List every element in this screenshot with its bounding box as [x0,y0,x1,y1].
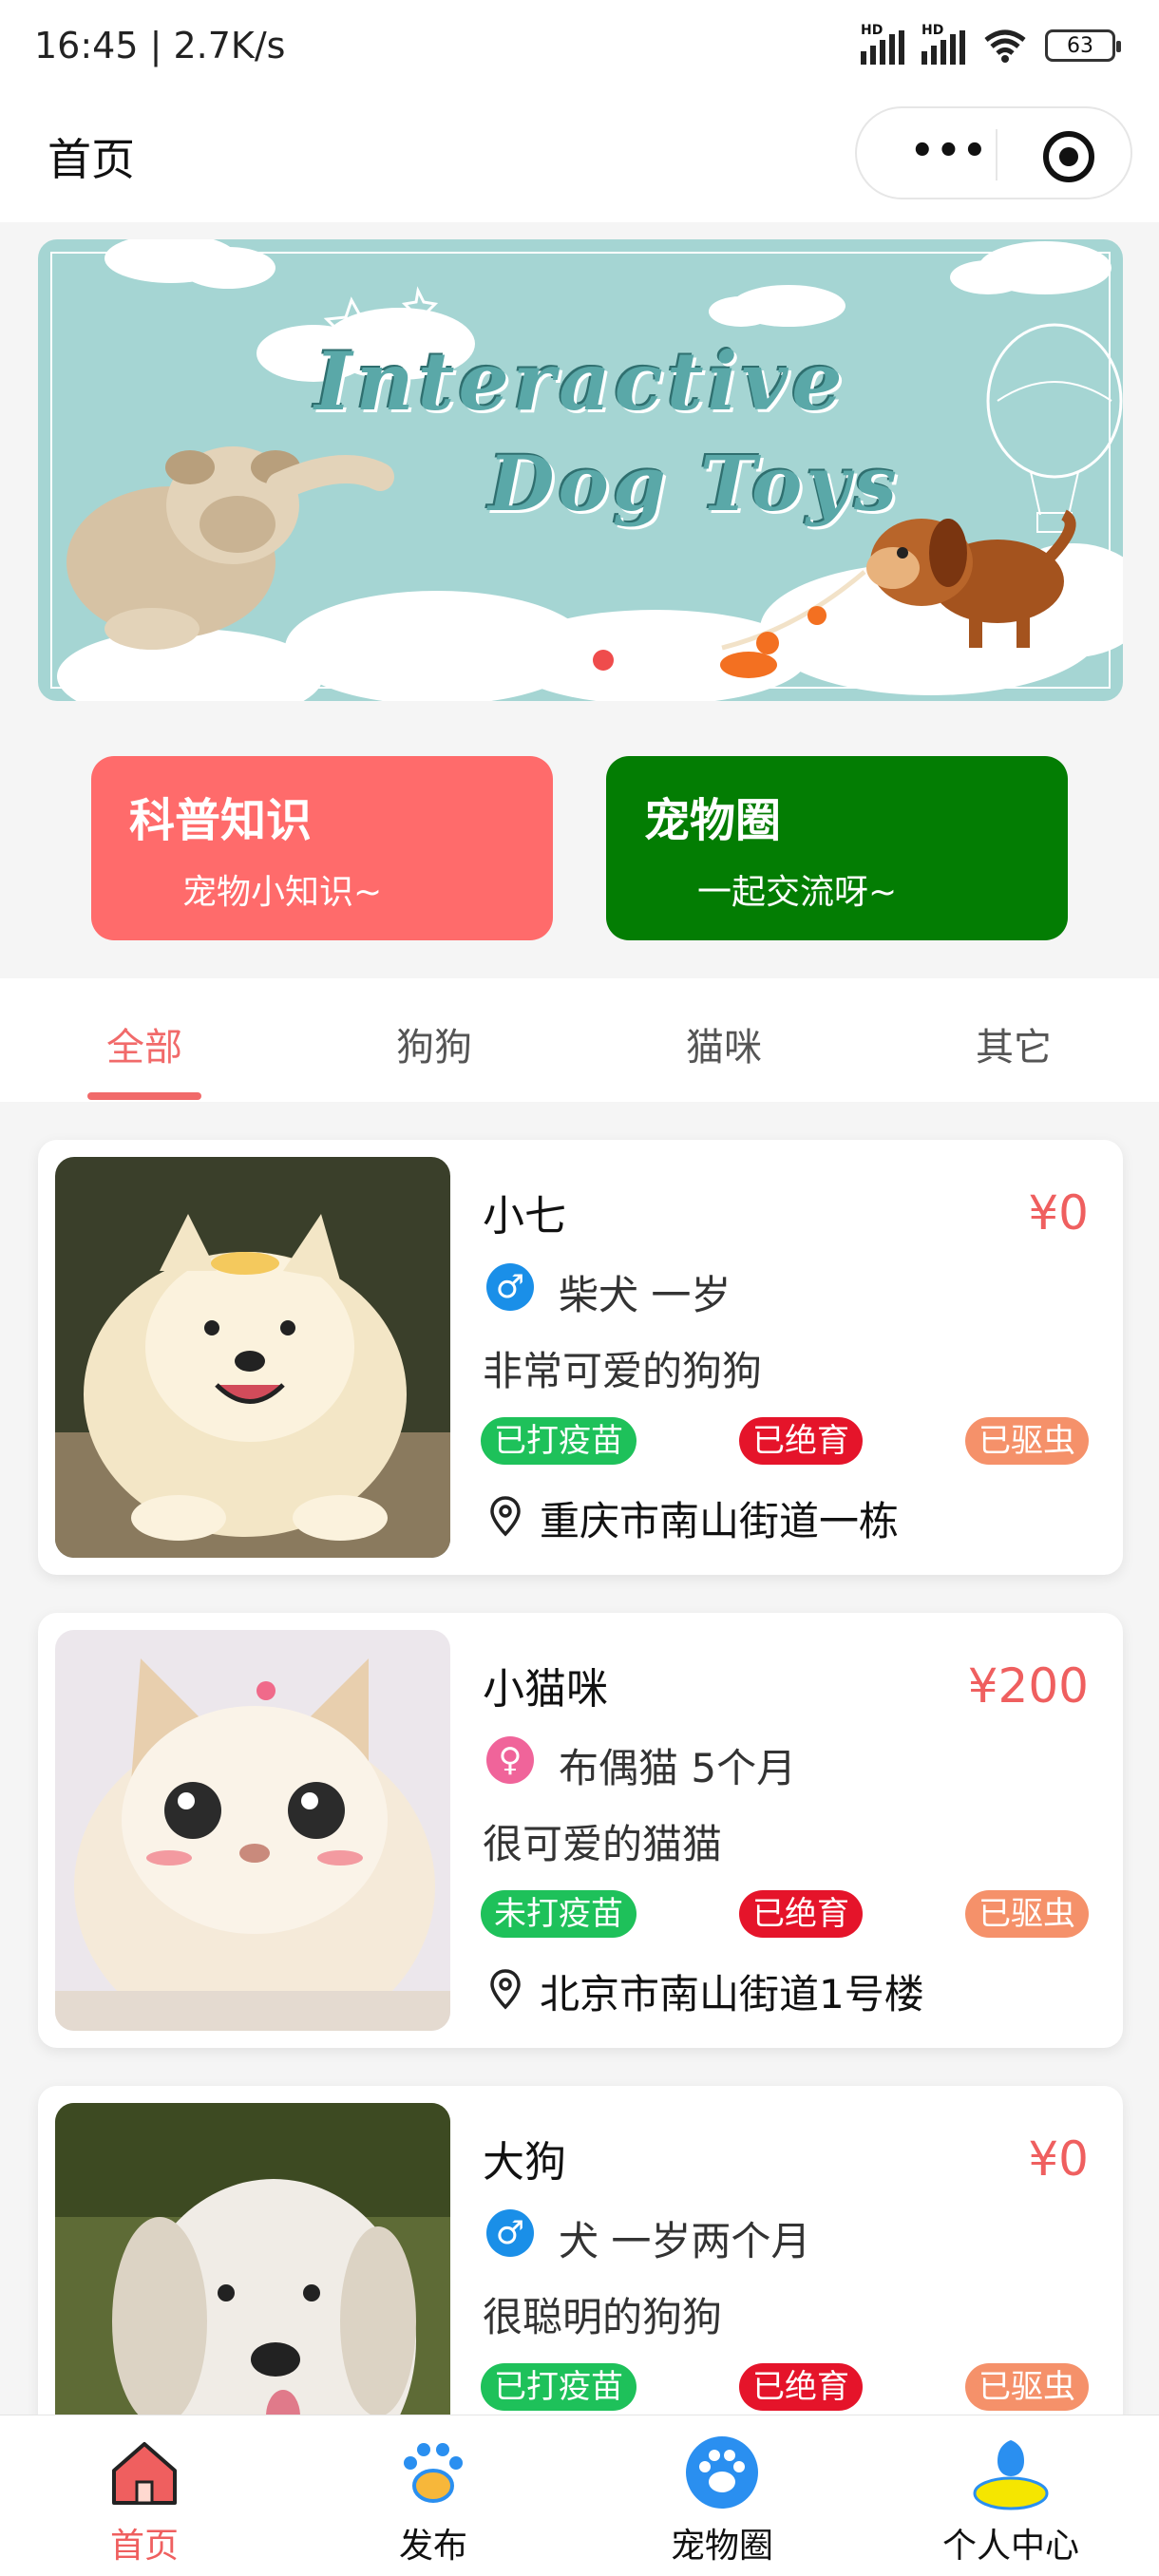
pet-circle-card-title: 宠物圈 [644,794,782,847]
paw-print-icon [404,2443,463,2503]
dewormed-tag: 已驱虫 [965,2363,1089,2411]
tabbar-publish[interactable]: 发布 [291,2415,576,2576]
tabbar-publish-label: 发布 [398,2527,467,2566]
dewormed-tag: 已驱虫 [965,1890,1089,1938]
tab-cats[interactable]: 猫咪 [629,1016,819,1071]
tabbar-home-label: 首页 [109,2527,179,2566]
location-icon [490,1496,521,1537]
pet-address: 北京市南山街道1号楼 [540,1971,924,2017]
pet-card[interactable]: 小猫咪 ¥200 ♀ 布偶猫 5个月 很可爱的猫猫 未打疫苗 已绝育 已驱虫 北… [38,1613,1123,2048]
banner-subtitle: Dog Toys [488,439,901,528]
hd-label: HD [861,23,884,38]
bottom-tab-bar: 首页 发布 宠物圈 个人中心 [0,2415,1159,2576]
pet-name: 大狗 [483,2138,566,2187]
neutered-tag: 已绝育 [739,1890,863,1938]
status-icons: HD HD 63 [861,23,1121,65]
male-icon: ♂ [486,1263,534,1311]
more-icon[interactable]: ••• [910,132,989,170]
carousel-indicator [593,650,614,671]
vaccine-tag: 未打疫苗 [481,1890,636,1938]
tabbar-profile[interactable]: 个人中心 [868,2415,1153,2576]
pet-description: 很聪明的狗狗 [483,2294,723,2340]
banner[interactable]: Interactive Dog Toys [38,239,1123,701]
tabbar-home[interactable]: 首页 [2,2415,287,2576]
close-icon[interactable] [1043,131,1094,182]
paw-circle-icon [686,2436,758,2509]
dewormed-tag: 已驱虫 [965,1417,1089,1465]
vaccine-tag: 已打疫苗 [481,1417,636,1465]
tab-active-indicator [87,1092,201,1100]
nav-bar: 首页 ••• [0,99,1159,222]
status-bar: 16:45 | 2.7K/s HD HD 63 [0,0,1159,99]
pet-circle-card[interactable]: 宠物圈 一起交流呀~ [606,756,1068,940]
tab-all[interactable]: 全部 [49,1016,239,1071]
profile-icon [973,2440,1049,2510]
neutered-tag: 已绝育 [739,1417,863,1465]
female-icon: ♀ [486,1736,534,1784]
home-icon [112,2442,177,2505]
wifi-icon [984,29,1026,63]
signal-icon: HD [922,23,965,65]
pet-description: 非常可爱的狗狗 [483,1348,763,1394]
neutered-tag: 已绝育 [739,2363,863,2411]
knowledge-card-subtitle: 宠物小知识~ [182,873,383,912]
signal-icon: HD [861,23,904,65]
mini-program-capsule: ••• [855,106,1132,199]
pet-description: 很可爱的猫猫 [483,1821,723,1867]
category-tabs: 全部 狗狗 猫咪 其它 [0,978,1159,1102]
battery-level: 63 [1067,33,1093,58]
banner-title: Interactive [314,334,846,428]
pet-price: ¥0 [1028,2131,1089,2187]
pet-address: 重庆市南山街道一栋 [540,1498,900,1544]
location-icon [490,1969,521,2010]
pet-card[interactable]: 小七 ¥0 ♂ 柴犬 一岁 非常可爱的狗狗 已打疫苗 已绝育 已驱虫 重庆市南山… [38,1140,1123,1575]
male-icon: ♂ [486,2209,534,2257]
knowledge-card-title: 科普知识 [129,794,313,847]
pet-circle-card-subtitle: 一起交流呀~ [697,873,898,912]
pet-price: ¥200 [967,1658,1089,1714]
pet-breed-age: 犬 一岁两个月 [559,2218,811,2264]
tab-dogs[interactable]: 狗狗 [339,1016,529,1071]
battery-icon: 63 [1045,29,1121,62]
capsule-divider [996,129,998,180]
pet-breed-age: 柴犬 一岁 [559,1272,732,1318]
tabbar-pet-circle[interactable]: 宠物圈 [580,2415,864,2576]
tabbar-pet-circle-label: 宠物圈 [670,2527,773,2566]
pet-breed-age: 布偶猫 5个月 [559,1745,797,1791]
pet-name: 小猫咪 [483,1665,608,1714]
pet-photo [55,1157,450,1558]
hd-label: HD [922,23,944,38]
pet-photo [55,1630,450,2031]
page-title: 首页 [48,134,135,185]
pet-price: ¥0 [1028,1185,1089,1241]
tab-others[interactable]: 其它 [919,1016,1109,1071]
pet-name: 小七 [483,1192,566,1241]
status-time: 16:45 | 2.7K/s [34,25,286,66]
tabbar-profile-label: 个人中心 [941,2527,1079,2566]
vaccine-tag: 已打疫苗 [481,2363,636,2411]
knowledge-card[interactable]: 科普知识 宠物小知识~ [91,756,553,940]
